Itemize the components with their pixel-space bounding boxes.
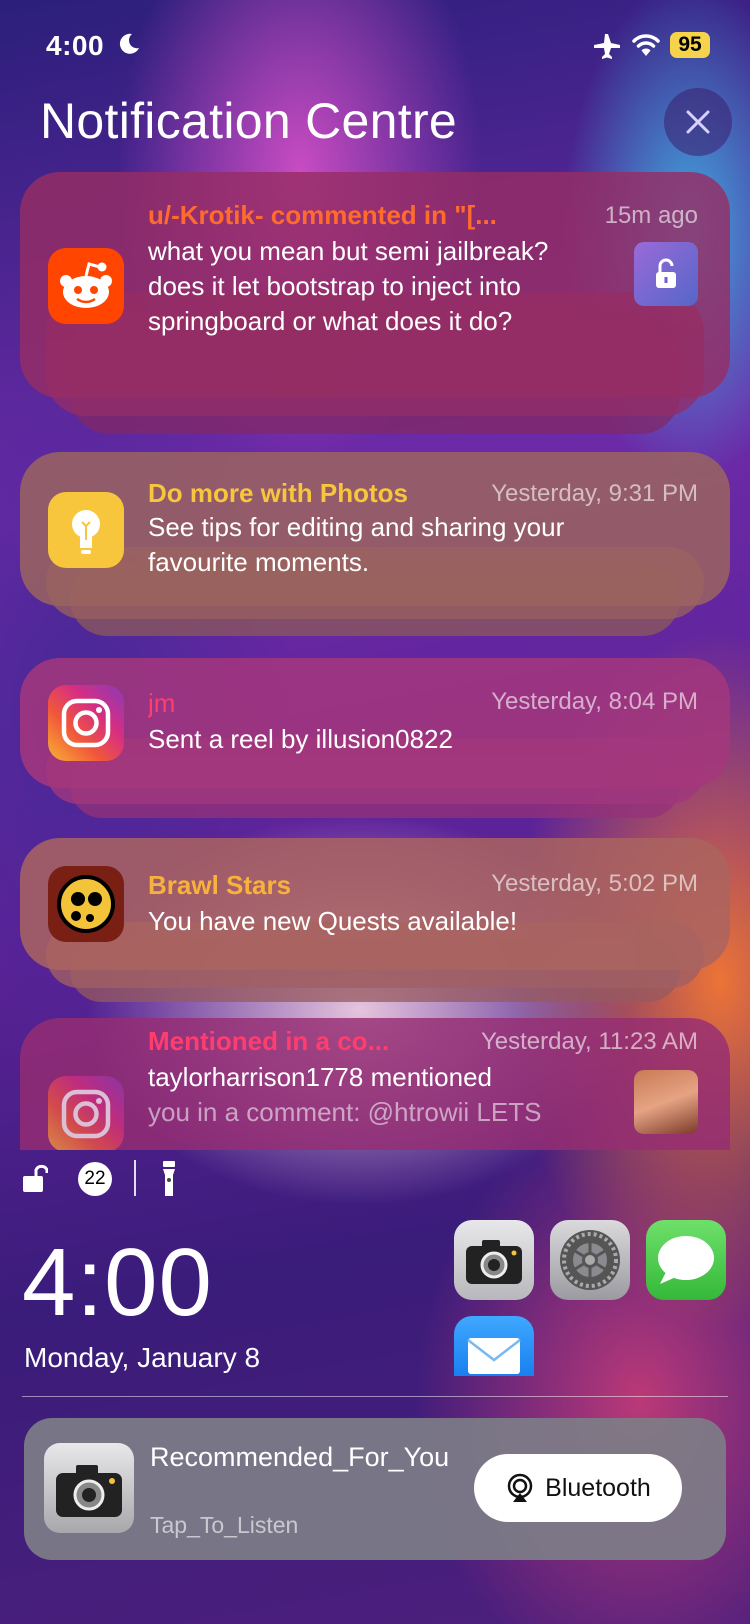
notification-title: Brawl Stars: [148, 870, 292, 900]
flashlight-icon[interactable]: [160, 1160, 178, 1198]
brawl-stars-icon: [48, 866, 124, 942]
lightbulb-icon: [48, 492, 124, 568]
notification-time: Yesterday, 11:23 AM: [480, 1028, 698, 1055]
notification-title: jm: [148, 688, 176, 718]
reddit-icon: [48, 248, 124, 324]
camera-icon[interactable]: [454, 1220, 534, 1300]
notification-time: Yesterday, 5:02 PM: [491, 870, 698, 897]
notification-stack-brawl-stars[interactable]: Brawl Stars Yesterday, 5:02 PM You have …: [20, 838, 730, 1002]
photo-thumbnail: [634, 1070, 698, 1134]
lock-screen-quick-row: 22: [22, 1160, 222, 1200]
notification-card[interactable]: Mentioned in a co... Yesterday, 11:23 AM…: [20, 1018, 730, 1150]
notification-body-line2: you in a comment: @htrowii LETS: [148, 1097, 542, 1127]
settings-icon[interactable]: [550, 1220, 630, 1300]
notification-card[interactable]: u/-Krotik- commented in "[... 15m ago wh…: [20, 172, 730, 398]
airplane-icon: [594, 34, 620, 59]
unlock-thumbnail: [634, 242, 698, 306]
status-bar: 4:00 95: [0, 28, 750, 64]
unlocked-lock-icon: [23, 1164, 48, 1192]
notification-title: Do more with Photos: [148, 478, 408, 508]
notification-stack-instagram-mention[interactable]: Mentioned in a co... Yesterday, 11:23 AM…: [20, 1018, 730, 1150]
lock-screen-clock: 4:00: [22, 1229, 213, 1336]
wifi-icon: [632, 34, 660, 56]
instagram-icon: [48, 1076, 124, 1150]
separator: [22, 1396, 728, 1397]
mail-icon[interactable]: [454, 1316, 534, 1376]
notification-count-badge: 22: [78, 1162, 112, 1196]
notification-time: 15m ago: [604, 202, 698, 229]
audio-output-button[interactable]: Bluetooth: [474, 1454, 682, 1522]
notification-body: See tips for editing and sharing your fa…: [148, 512, 565, 577]
page-title: Notification Centre: [40, 93, 458, 149]
notification-body: what you mean but semi jailbreak? does i…: [148, 236, 549, 336]
notification-stack-tips[interactable]: Do more with Photos Yesterday, 9:31 PM S…: [20, 452, 730, 636]
status-time: 4:00: [46, 30, 105, 61]
moon-icon: [119, 33, 139, 54]
messages-icon[interactable]: [646, 1220, 726, 1300]
media-title: Recommended_For_You: [150, 1442, 450, 1472]
notification-stack-reddit[interactable]: u/-Krotik- commented in "[... 15m ago wh…: [20, 172, 730, 434]
media-subtitle: Tap_To_Listen: [150, 1512, 299, 1538]
instagram-icon: [48, 685, 124, 761]
notification-card[interactable]: Do more with Photos Yesterday, 9:31 PM S…: [20, 452, 730, 606]
airplay-audio-icon: [507, 1473, 533, 1502]
notification-time: Yesterday, 9:31 PM: [491, 480, 698, 507]
notification-body: You have new Quests available!: [148, 906, 518, 936]
audio-output-label: Bluetooth: [545, 1473, 651, 1502]
notification-card[interactable]: Brawl Stars Yesterday, 5:02 PM You have …: [20, 838, 730, 970]
divider: [134, 1160, 136, 1196]
notification-stack-instagram[interactable]: jm Yesterday, 8:04 PM Sent a reel by ill…: [20, 658, 730, 818]
notification-time: Yesterday, 8:04 PM: [491, 688, 698, 715]
close-button[interactable]: [664, 88, 732, 156]
notification-card[interactable]: jm Yesterday, 8:04 PM Sent a reel by ill…: [20, 658, 730, 788]
notification-body: Sent a reel by illusion0822: [148, 724, 453, 754]
notification-title: Mentioned in a co...: [148, 1026, 390, 1056]
battery-indicator: 95: [670, 32, 710, 58]
notification-title: u/-Krotik- commented in "[...: [148, 200, 497, 230]
close-icon: [686, 110, 710, 134]
now-playing-card[interactable]: Recommended_For_You Tap_To_Listen Blueto…: [24, 1418, 726, 1560]
notification-body-line1: taylorharrison1778 mentioned: [148, 1062, 492, 1092]
camera-icon: [44, 1443, 134, 1533]
lock-screen-date: Monday, January 8: [24, 1342, 261, 1373]
